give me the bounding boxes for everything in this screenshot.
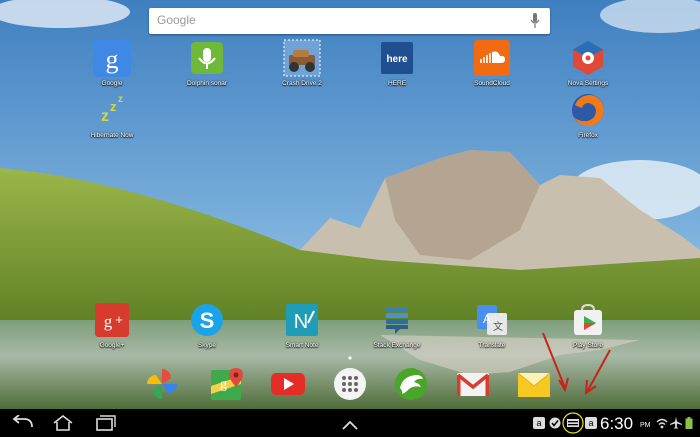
crash-drive-2-icon <box>283 39 321 77</box>
search-placeholder: Google <box>157 13 196 27</box>
app-label: Crash Drive 2 <box>282 80 322 87</box>
svg-text:here: here <box>386 54 408 65</box>
nova-settings-icon <box>573 41 603 75</box>
microphone-icon[interactable] <box>530 13 540 29</box>
app-stack-exchange[interactable]: Stack Exchange <box>362 301 432 357</box>
google-search-bar[interactable]: Google <box>149 8 550 34</box>
app-label: Nova Settings <box>567 80 609 87</box>
app-skype[interactable]: S Skype <box>172 301 242 357</box>
svg-text:文: 文 <box>493 320 503 333</box>
svg-text:A: A <box>483 312 491 326</box>
gmail-icon[interactable] <box>455 366 491 402</box>
app-label: Skype <box>197 342 217 349</box>
svg-text:z: z <box>118 94 123 105</box>
system-navigation-bar: a a 6:30 PM <box>0 409 700 437</box>
svg-text:+: + <box>115 312 123 327</box>
dolphin-sonar-mic-icon <box>191 42 223 74</box>
dolphin-browser-icon[interactable] <box>393 366 429 402</box>
app-label: HERE <box>387 80 407 87</box>
app-label: Stack Exchange <box>373 342 421 349</box>
app-label: Dolphin sonar <box>186 80 228 87</box>
app-nova-settings[interactable]: Nova Settings <box>553 39 623 95</box>
here-maps-icon: here <box>381 42 413 74</box>
svg-text:N: N <box>294 311 308 333</box>
maps-icon[interactable]: g <box>209 366 245 402</box>
smart-note-icon: N <box>286 304 318 336</box>
youtube-icon[interactable] <box>270 366 306 402</box>
clock-time[interactable]: 6:30 <box>600 414 633 434</box>
app-label: Smart Note <box>285 342 319 349</box>
svg-text:z: z <box>101 108 109 125</box>
app-label: Firefox <box>578 132 598 139</box>
svg-text:g: g <box>106 45 119 74</box>
app-crash-drive-2[interactable]: Crash Drive 2 <box>267 39 337 95</box>
app-soundcloud[interactable]: SoundCloud <box>457 39 527 95</box>
app-label: Google <box>101 80 123 87</box>
recent-apps-icon[interactable] <box>91 415 117 431</box>
svg-text:g: g <box>104 312 113 331</box>
app-google[interactable]: g Google <box>77 39 147 95</box>
app-label: Hibernate Now <box>90 132 134 139</box>
wifi-icon[interactable] <box>656 417 668 429</box>
back-icon[interactable] <box>10 415 36 431</box>
app-google-plus[interactable]: g + Google+ <box>77 301 147 357</box>
soundcloud-icon <box>474 40 510 76</box>
photos-icon[interactable] <box>144 366 180 402</box>
app-here[interactable]: here HERE <box>362 39 432 95</box>
notification-a-icon[interactable]: a <box>533 417 545 429</box>
chevron-up-icon[interactable] <box>337 417 363 433</box>
home-icon[interactable] <box>50 415 76 431</box>
app-label: Google+ <box>99 342 125 349</box>
notification-a-icon[interactable]: a <box>585 417 597 429</box>
red-annotation-arrows <box>542 332 611 396</box>
app-dolphin-sonar[interactable]: Dolphin sonar <box>172 39 242 95</box>
translate-icon: A 文 <box>477 305 507 335</box>
svg-text:S: S <box>200 308 215 333</box>
app-drawer-icon[interactable] <box>332 366 368 402</box>
airplane-mode-icon[interactable] <box>670 417 682 429</box>
highlighted-notification-icon[interactable] <box>562 412 584 434</box>
app-smart-note[interactable]: N Smart Note <box>267 301 337 357</box>
skype-icon: S <box>191 304 223 336</box>
hibernate-zzz-icon: z z z <box>101 94 123 125</box>
app-label: Translate <box>478 342 506 349</box>
google-search-icon: g <box>93 39 131 77</box>
app-firefox[interactable]: Firefox <box>553 91 623 147</box>
page-indicator <box>348 356 352 360</box>
svg-text:z: z <box>110 99 117 114</box>
clock-ampm: PM <box>640 422 651 429</box>
firefox-icon <box>572 94 604 127</box>
app-hibernate-now[interactable]: z z z Hibernate Now <box>77 91 147 147</box>
google-plus-icon: g + <box>95 303 129 337</box>
battery-icon[interactable] <box>685 417 693 429</box>
app-label: SoundCloud <box>474 80 510 87</box>
checkmark-icon[interactable] <box>549 417 561 429</box>
app-translate[interactable]: A 文 Translate <box>457 301 527 357</box>
stack-exchange-icon <box>386 307 408 334</box>
svg-text:g: g <box>220 377 227 392</box>
